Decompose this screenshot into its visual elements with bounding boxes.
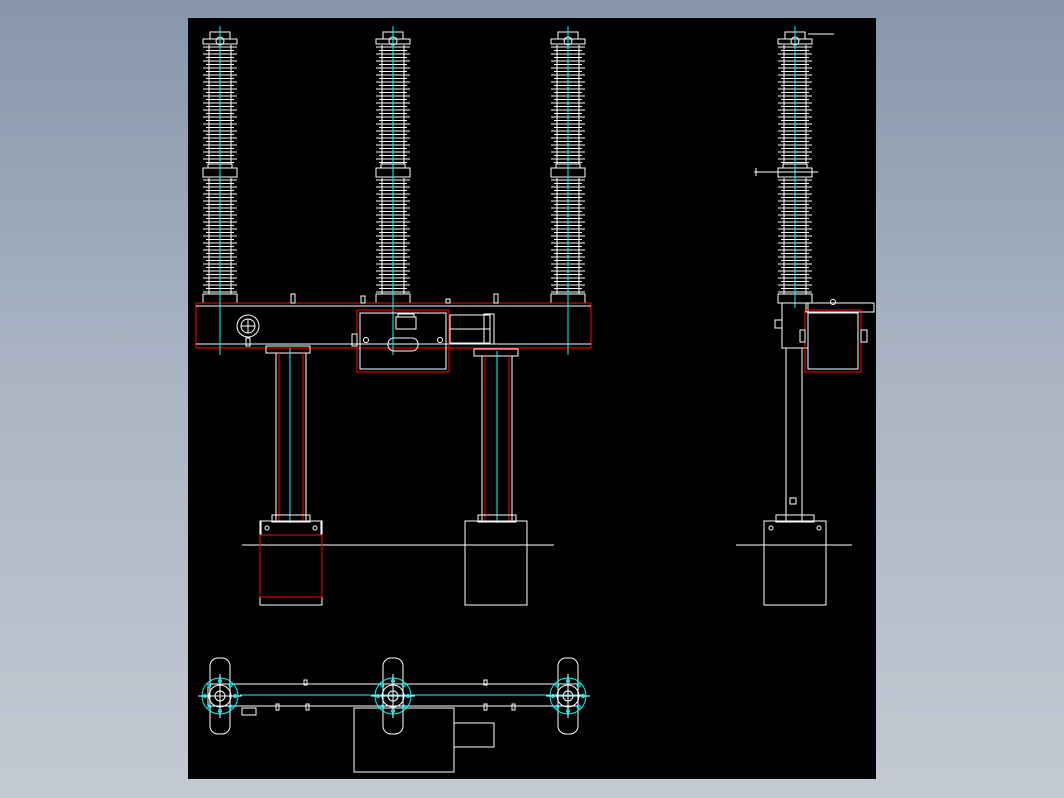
insulator-column-3 bbox=[550, 26, 586, 308]
front-insulator-columns bbox=[202, 26, 586, 308]
side-elevation-view bbox=[736, 26, 875, 606]
plan-pole-3 bbox=[546, 657, 590, 735]
side-head-block bbox=[774, 302, 809, 349]
plan-pole-1 bbox=[198, 657, 242, 735]
front-gauge-porthole bbox=[236, 314, 260, 347]
insulator-column-2 bbox=[375, 26, 411, 308]
plan-mechanism-cabinet bbox=[353, 707, 495, 773]
side-insulator-column bbox=[777, 26, 813, 308]
side-insulator bbox=[777, 26, 813, 308]
side-foundation bbox=[736, 520, 852, 606]
front-foundations bbox=[242, 520, 554, 606]
front-elevation-view bbox=[195, 26, 592, 606]
side-mechanism-cabinet bbox=[799, 299, 875, 373]
cad-drawing-sheet bbox=[188, 18, 876, 779]
front-mechanism-cabinet bbox=[351, 309, 495, 373]
cad-drawing bbox=[195, 26, 875, 773]
front-support-post-right bbox=[473, 348, 519, 523]
insulator-column-1 bbox=[202, 26, 238, 308]
plan-view bbox=[198, 657, 590, 773]
plan-pole-2 bbox=[371, 657, 415, 735]
front-support-post-left bbox=[260, 345, 322, 536]
side-support-post bbox=[768, 347, 822, 531]
plan-poles bbox=[198, 657, 590, 735]
